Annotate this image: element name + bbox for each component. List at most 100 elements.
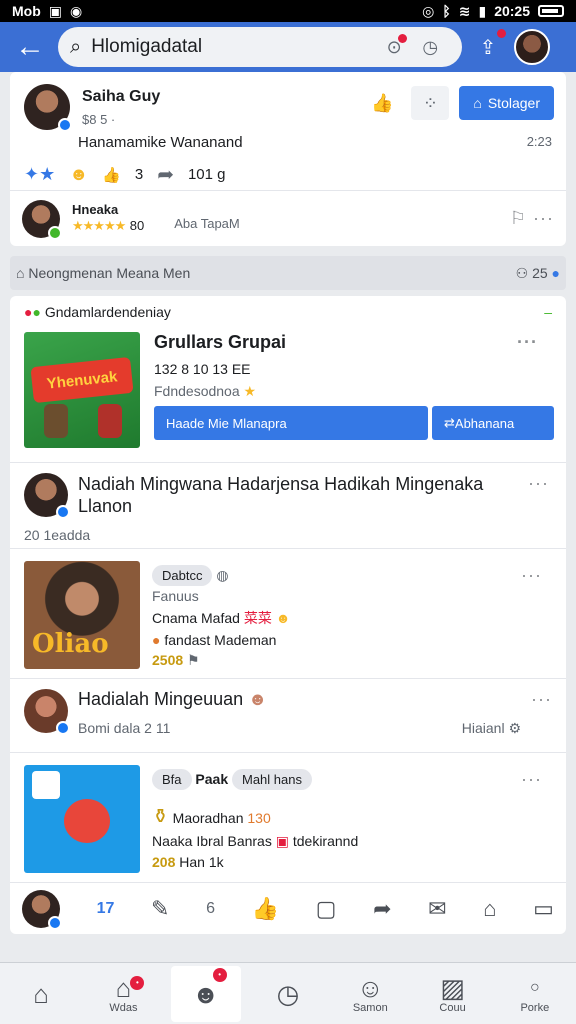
photo-icon: ▨ bbox=[440, 972, 465, 1003]
people-icon: ⚇ bbox=[515, 264, 529, 281]
like-count: 3 bbox=[134, 166, 144, 183]
rating-stars-icon: ★★★★★ bbox=[72, 218, 126, 233]
follow-button[interactable]: ⌂ Stolager bbox=[459, 86, 554, 120]
gift-icon[interactable]: ⌂ bbox=[483, 896, 496, 922]
fire-icon: ● bbox=[152, 632, 161, 648]
strip-left[interactable]: Neongmenan bbox=[28, 265, 112, 281]
strip-count: 25 bbox=[532, 264, 548, 281]
reaction-count: 17 bbox=[96, 899, 115, 917]
join-button[interactable]: Haade Mie Mlanapra bbox=[154, 406, 428, 440]
bag-icon: ⌂ bbox=[473, 95, 482, 111]
row-line2: Naaka Ibral Banras bbox=[152, 833, 272, 849]
action-bar: 17 ✎ 6 👍 ▢ ➦ ✉ ⌂ ▭ bbox=[10, 882, 566, 934]
avatar[interactable] bbox=[22, 889, 62, 930]
character-figure bbox=[64, 799, 110, 843]
comment-icon[interactable]: ✎ bbox=[151, 896, 169, 922]
profile-avatar[interactable] bbox=[514, 29, 550, 65]
nav-games[interactable]: ☻ • bbox=[170, 965, 241, 1022]
feed: Saiha Guy $8 5 · 👍 ⁘ ⌂ Stolager Hanamamik… bbox=[10, 72, 566, 934]
info-icon[interactable]: ● bbox=[552, 265, 560, 281]
search-bar[interactable]: ⌕ ⊙ ◷ bbox=[58, 27, 462, 67]
image-icon[interactable]: ▢ bbox=[316, 896, 337, 922]
share-icon[interactable]: ➦ bbox=[373, 896, 391, 922]
status-bar: Mob ▣ ◉ ◎ ᛒ ≋ ▮ 20:25 bbox=[0, 0, 576, 22]
list-item[interactable]: Nadiah Mingwana Hadarjensa Hadikah Minge… bbox=[10, 462, 566, 548]
nav-chat[interactable]: ☺ Samon bbox=[335, 974, 405, 1014]
more-icon[interactable]: ··· bbox=[528, 473, 549, 517]
commenter-name[interactable]: Hneaka bbox=[72, 202, 144, 217]
list-item[interactable]: Oliao Dabtcc ◍ ··· Fanuus Cnama Mafad 菜菜 … bbox=[10, 548, 566, 678]
nav-label: Porke bbox=[520, 1001, 550, 1014]
green-dot-icon: ● bbox=[32, 304, 41, 320]
tag-pill[interactable]: Dabtcc bbox=[152, 565, 213, 586]
share-count: 101 g bbox=[187, 166, 226, 183]
avatar[interactable] bbox=[24, 84, 72, 132]
more-icon[interactable]: ··· bbox=[521, 769, 542, 790]
nav-watch[interactable]: ⌂ Wdas • bbox=[88, 974, 158, 1014]
clock-icon: ◷ bbox=[276, 978, 300, 1009]
character-figure bbox=[98, 404, 122, 438]
share-icon[interactable]: ➦ bbox=[157, 162, 174, 187]
tag-pill[interactable]: Bfa bbox=[152, 769, 192, 790]
game-thumbnail[interactable] bbox=[24, 765, 140, 873]
row-line2: Cnama Mafad bbox=[152, 610, 240, 626]
store-icon: ⌂ bbox=[115, 972, 132, 1003]
author-name[interactable]: Saiha Guy bbox=[82, 88, 160, 106]
share-button[interactable]: ⇄ Abhanana bbox=[432, 406, 554, 440]
like-icon[interactable]: 👍 bbox=[252, 896, 279, 922]
app-bar: ← ⌕ ⊙ ◷ ⇪ bbox=[0, 22, 576, 72]
list-item[interactable]: Bfa Paak Mahl hans ··· ⚱ Maoradhan 130 Na… bbox=[10, 752, 566, 882]
verified-badge-icon bbox=[56, 505, 70, 519]
strip-mid[interactable]: Meana Men bbox=[116, 265, 190, 281]
more-icon[interactable]: ··· bbox=[521, 565, 542, 586]
notification-dot: • bbox=[212, 967, 227, 982]
search-input[interactable] bbox=[91, 36, 372, 58]
row-count: 2508 bbox=[152, 652, 184, 668]
list-item[interactable]: Hadialah Mingeuuan ☻ Bomi dala 2 11 Hiaia… bbox=[10, 678, 566, 752]
wifi-icon: ≋ bbox=[458, 2, 471, 19]
avatar[interactable] bbox=[24, 689, 70, 735]
verified-badge-icon bbox=[56, 721, 70, 735]
more-icon[interactable]: ⚐ ··· bbox=[510, 208, 554, 229]
row-line3: fandast Mademan bbox=[164, 632, 277, 648]
flag-icon: ⚑ bbox=[187, 652, 200, 668]
avatar[interactable] bbox=[24, 473, 70, 519]
globe-icon: ◍ bbox=[216, 567, 229, 583]
nav-profile[interactable]: ○ Porke bbox=[500, 974, 570, 1014]
bluetooth-icon: ᛒ bbox=[442, 3, 451, 19]
online-badge-icon bbox=[48, 225, 62, 240]
group-thumbnail[interactable]: Yhenuvak bbox=[24, 332, 140, 448]
nav-photos[interactable]: ▨ Couu bbox=[418, 974, 488, 1014]
bookmark-icon[interactable]: ▭ bbox=[533, 896, 554, 922]
emoji-icon: ☻ bbox=[69, 164, 89, 184]
tag-pill[interactable]: Mahl hans bbox=[232, 769, 312, 790]
group-name[interactable]: Grullars Grupai bbox=[154, 332, 286, 353]
nav-home[interactable]: ⌂ bbox=[6, 980, 76, 1008]
avatar[interactable] bbox=[22, 199, 62, 240]
row-meta: Bomi dala 2 11 bbox=[78, 720, 171, 736]
notification-dot bbox=[497, 29, 506, 38]
more-options-icon[interactable]: ⁘ bbox=[411, 86, 450, 120]
like-count-icon[interactable]: 👍 bbox=[102, 166, 121, 184]
like-icon[interactable]: 👍 bbox=[363, 86, 401, 120]
more-icon[interactable]: ··· bbox=[531, 689, 552, 737]
back-arrow-icon[interactable]: ← bbox=[10, 27, 50, 67]
app-icon: ◉ bbox=[70, 2, 83, 19]
more-icon[interactable]: ··· bbox=[517, 332, 538, 353]
share-icon: ⇄ bbox=[444, 415, 455, 430]
gift-icon: ⚱ bbox=[152, 806, 169, 828]
row-title[interactable]: Nadiah Mingwana Hadarjensa Hadikah Minge… bbox=[78, 473, 518, 517]
notifications-icon[interactable]: ⇪ bbox=[470, 29, 506, 65]
camera-icon[interactable]: ⊙ bbox=[381, 34, 408, 60]
row-title[interactable]: Hadialah Mingeuuan bbox=[78, 689, 243, 709]
clock: 20:25 bbox=[494, 3, 530, 19]
emoji-icon: ☻ bbox=[275, 610, 291, 626]
history-icon[interactable]: ◷ bbox=[417, 34, 443, 60]
message-icon[interactable]: ✉ bbox=[428, 896, 446, 922]
alarm-icon: ◎ bbox=[422, 2, 435, 19]
video-thumbnail[interactable]: Oliao bbox=[24, 561, 140, 669]
nav-label: Samon bbox=[352, 1001, 388, 1014]
post-text: Hanamamike Wananand bbox=[78, 134, 243, 151]
nav-history[interactable]: ◷ bbox=[253, 980, 323, 1008]
group-card: ● ● Gndamlardendeniay – Yhenuvak Grullars… bbox=[10, 296, 566, 934]
